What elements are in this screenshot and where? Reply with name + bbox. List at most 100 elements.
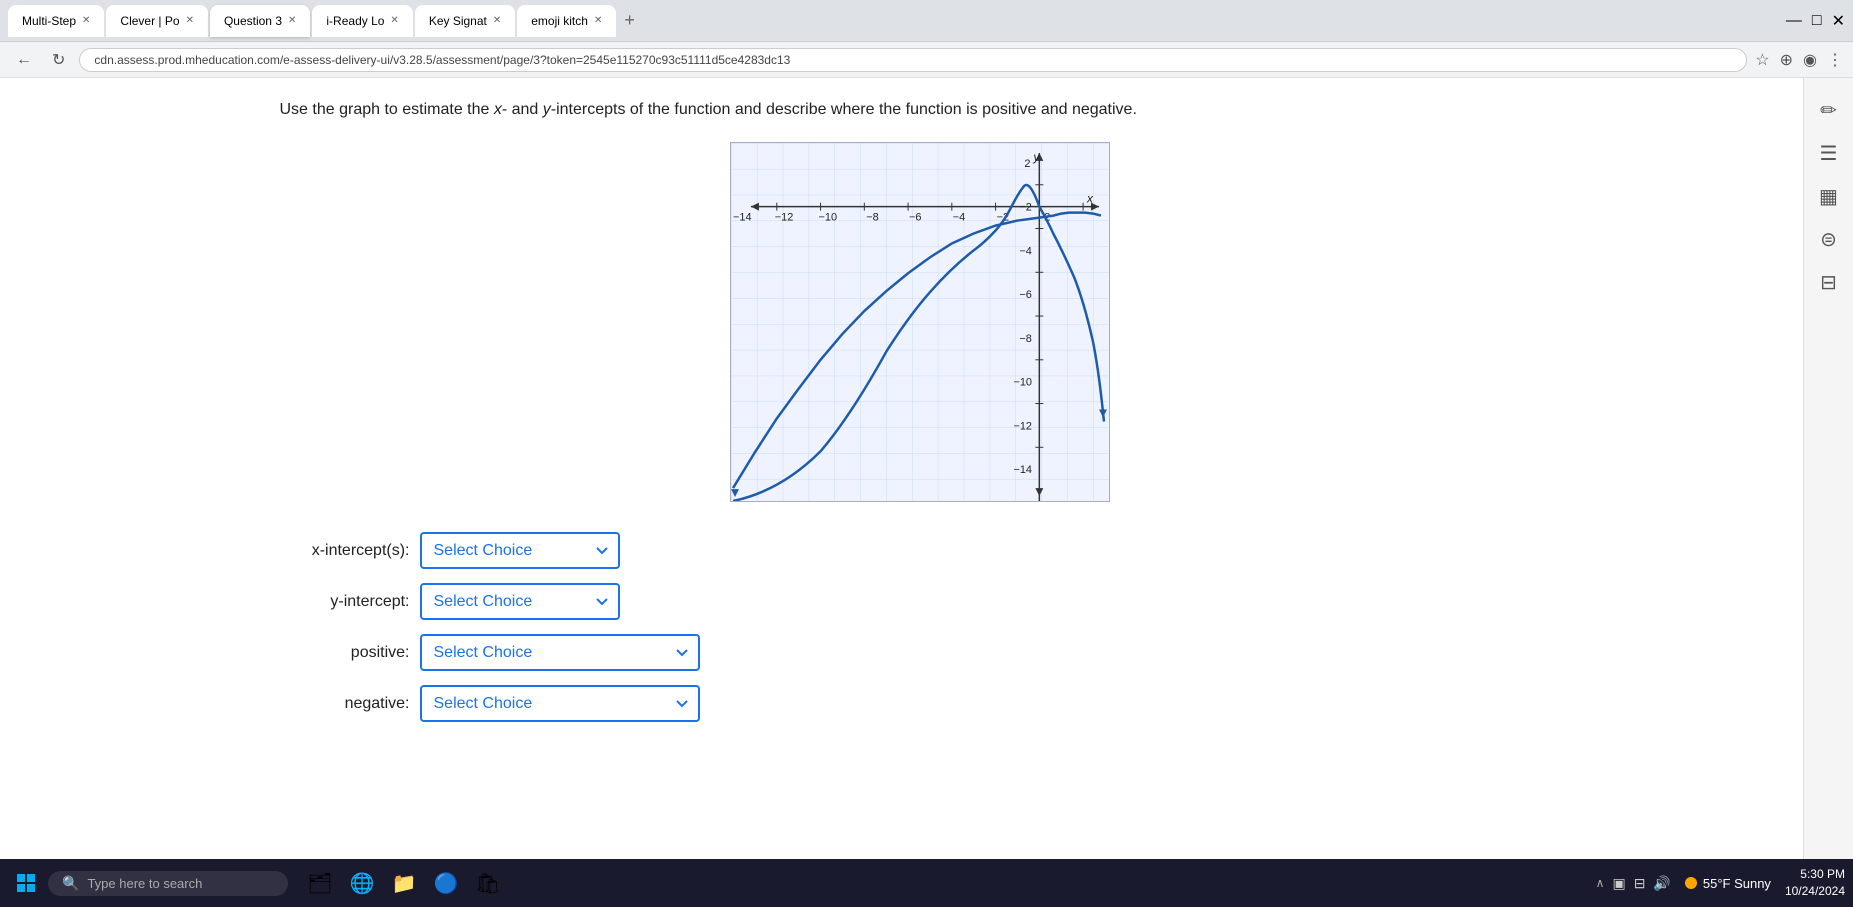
tab-label: Multi-Step: [22, 14, 76, 28]
tab-clever[interactable]: Clever | Po ✕: [106, 5, 208, 37]
x-intercept-label: x-intercept(s):: [280, 542, 410, 560]
y-label-neg2: −2: [1019, 202, 1031, 214]
negative-row: negative: Select Choice (-∞, -4) ∪ (0, ∞…: [280, 685, 1560, 722]
tab-close-icon[interactable]: ✕: [493, 15, 501, 26]
x-intercept-select[interactable]: Select Choice x = -4 and x = 0 x = -4 x …: [420, 532, 620, 569]
tray-monitor-icon: ▣: [1612, 875, 1625, 892]
taskbar-search-input[interactable]: [87, 876, 267, 891]
back-button[interactable]: ←: [10, 47, 38, 73]
positive-select[interactable]: Select Choice (-4, 0) (-∞, -4) ∪ (0, ∞) …: [420, 634, 700, 671]
tab-close-icon[interactable]: ✕: [82, 15, 90, 26]
x-label-neg6: −6: [909, 212, 921, 224]
edge-icon: 🌐: [350, 871, 375, 896]
y-label-neg6: −6: [1019, 289, 1031, 301]
taskbar-chrome-icon[interactable]: 🔵: [428, 865, 464, 901]
windows-icon: [16, 873, 36, 893]
form-section: x-intercept(s): Select Choice x = -4 and…: [280, 532, 1560, 722]
tab-label: emoji kitch: [531, 14, 588, 28]
menu-icon[interactable]: ⋮: [1827, 50, 1843, 70]
tab-label: Question 3: [224, 14, 282, 28]
taskbar-folder-icon[interactable]: 📁: [386, 865, 422, 901]
weather-display: 55°F Sunny: [1685, 876, 1771, 891]
bookmark-icon[interactable]: ☆: [1755, 50, 1769, 70]
system-clock: 5:30 PM 10/24/2024: [1785, 866, 1845, 900]
taskbar-explorer-icon[interactable]: 🗂: [302, 865, 338, 901]
positive-label: positive:: [280, 644, 410, 662]
minimize-button[interactable]: —: [1786, 12, 1802, 30]
y-label-neg12: −12: [1013, 420, 1032, 432]
chrome-icon: 🔵: [434, 871, 459, 896]
extensions-icon[interactable]: ⊕: [1780, 50, 1793, 70]
positive-row: positive: Select Choice (-4, 0) (-∞, -4)…: [280, 634, 1560, 671]
x-label-neg10: −10: [818, 212, 837, 224]
nav-bar: ← ↻ ☆ ⊕ ◉ ⋮: [0, 42, 1853, 78]
browser-chrome: Multi-Step ✕ Clever | Po ✕ Question 3 ✕ …: [0, 0, 1853, 42]
booklet-icon[interactable]: ⊟: [1820, 270, 1837, 295]
tab-close-icon[interactable]: ✕: [186, 15, 194, 26]
clock-date: 10/24/2024: [1785, 883, 1845, 900]
tab-label: Key Signat: [429, 14, 487, 28]
y-intercept-label: y-intercept:: [280, 593, 410, 611]
tab-emoji[interactable]: emoji kitch ✕: [517, 5, 616, 37]
tab-close-icon[interactable]: ✕: [390, 15, 398, 26]
store-icon: 🛍: [475, 871, 500, 896]
tab-iready[interactable]: i-Ready Lo ✕: [312, 5, 412, 37]
notes-icon[interactable]: ☰: [1820, 141, 1838, 166]
right-sidebar: ✏ ☰ ▦ ⊜ ⊟: [1803, 78, 1853, 859]
y-intercept-row: y-intercept: Select Choice y = 0 y = -4 …: [280, 583, 1560, 620]
question-text: Use the graph to estimate the x- and y-i…: [280, 98, 1180, 122]
taskbar-store-icon[interactable]: 🛍: [470, 865, 506, 901]
folder-icon: 📁: [392, 871, 417, 896]
close-button[interactable]: ✕: [1832, 11, 1845, 31]
explorer-icon: 🗂: [307, 871, 332, 896]
tab-close-icon[interactable]: ✕: [594, 15, 602, 26]
clock-time: 5:30 PM: [1785, 866, 1845, 883]
search-icon: 🔍: [62, 875, 79, 892]
tab-close-icon[interactable]: ✕: [288, 15, 296, 26]
graph-container: −14 −12 −10 −8 −6 −4 −2 2 x 2 −2 −4 −6 −…: [280, 142, 1560, 502]
volume-icon[interactable]: 🔊: [1653, 875, 1670, 892]
calculator-icon[interactable]: ▦: [1819, 184, 1838, 209]
tab-bar: Multi-Step ✕ Clever | Po ✕ Question 3 ✕ …: [8, 5, 1780, 37]
negative-label: negative:: [280, 695, 410, 713]
negative-select[interactable]: Select Choice (-∞, -4) ∪ (0, ∞) (-4, 0) …: [420, 685, 700, 722]
taskbar-search-box[interactable]: 🔍: [48, 871, 288, 896]
weather-text: 55°F Sunny: [1703, 876, 1771, 891]
pencil-icon[interactable]: ✏: [1820, 98, 1837, 123]
x-axis-letter: x: [1086, 192, 1094, 206]
tab-question3[interactable]: Question 3 ✕: [210, 5, 310, 37]
address-bar[interactable]: [79, 48, 1747, 72]
x-label-neg4: −4: [952, 212, 964, 224]
taskbar-edge-icon[interactable]: 🌐: [344, 865, 380, 901]
profile-icon[interactable]: ◉: [1803, 50, 1817, 70]
y-label-neg8: −8: [1019, 333, 1031, 345]
nav-icons: ☆ ⊕ ◉ ⋮: [1755, 50, 1843, 70]
page-content: Use the graph to estimate the x- and y-i…: [230, 78, 1610, 859]
taskbar-right-area: ∧ ▣ ⊟ 🔊 55°F Sunny 5:30 PM 10/24/2024: [1596, 866, 1845, 900]
tab-label: Clever | Po: [120, 14, 179, 28]
refresh-button[interactable]: ↻: [46, 46, 71, 74]
y-label-2: 2: [1024, 158, 1030, 170]
taskbar-app-icons: 🗂 🌐 📁 🔵 🛍: [302, 865, 506, 901]
x-label-neg14: −14: [733, 212, 752, 224]
new-tab-button[interactable]: +: [618, 10, 641, 31]
reference-icon[interactable]: ⊜: [1820, 227, 1837, 252]
network-icon: ⊟: [1634, 875, 1646, 892]
tab-multi-step[interactable]: Multi-Step ✕: [8, 5, 104, 37]
y-axis-letter: y: [1032, 150, 1040, 164]
tab-label: i-Ready Lo: [326, 14, 384, 28]
weather-icon: [1685, 877, 1697, 889]
tray-up-arrow[interactable]: ∧: [1596, 876, 1605, 890]
x-label-neg8: −8: [866, 212, 878, 224]
start-button[interactable]: [8, 865, 44, 901]
maximize-button[interactable]: □: [1812, 12, 1822, 30]
y-label-neg14: −14: [1013, 464, 1032, 476]
y-label-neg4: −4: [1019, 245, 1031, 257]
x-intercept-row: x-intercept(s): Select Choice x = -4 and…: [280, 532, 1560, 569]
graph-svg: −14 −12 −10 −8 −6 −4 −2 2 x 2 −2 −4 −6 −…: [730, 142, 1110, 502]
taskbar: 🔍 🗂 🌐 📁 🔵 🛍 ∧ ▣ ⊟ 🔊 55°F Sunny: [0, 859, 1853, 907]
system-tray: ∧ ▣ ⊟ 🔊: [1596, 875, 1671, 892]
y-intercept-select[interactable]: Select Choice y = 0 y = -4 y = 2: [420, 583, 620, 620]
y-label-neg10: −10: [1013, 377, 1032, 389]
tab-keysignat[interactable]: Key Signat ✕: [415, 5, 515, 37]
